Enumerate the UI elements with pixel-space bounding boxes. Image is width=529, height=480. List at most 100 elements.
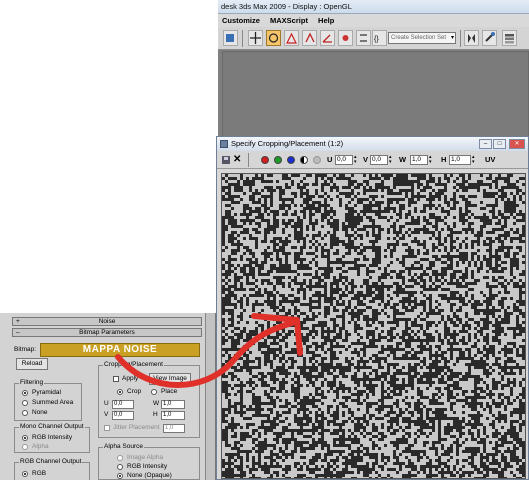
view-image-button[interactable]: View Image — [149, 373, 191, 385]
mono-channel-output-group: Mono Channel Output RGB Intensity Alpha — [14, 423, 90, 453]
align-icon[interactable] — [482, 30, 497, 46]
jitter-placement-label: Jitter Placement — [113, 424, 160, 431]
apply-checkbox[interactable] — [113, 376, 119, 382]
crop-w-spinner[interactable]: 1,0 — [161, 400, 185, 409]
uv-toggle[interactable]: UV — [485, 151, 495, 169]
max-main-window: desk 3ds Max 2009 - Display : OpenGL Cus… — [218, 0, 529, 138]
main-toolbar: {} Create Selection Set ▾ — [218, 27, 529, 50]
alpha-image-alpha-radio[interactable] — [117, 455, 123, 461]
cropping-placement-group: Cropping/Placement Apply View Image Crop… — [98, 361, 200, 438]
toolbar-separator — [248, 153, 249, 167]
filtering-group: Filtering Pyramidal Summed Area None — [14, 379, 82, 421]
filtering-pyramidal-label: Pyramidal — [32, 389, 61, 396]
jitter-spinner[interactable]: 1,0 — [163, 424, 185, 433]
chevron-down-icon: ▾ — [450, 35, 454, 41]
h-label: H — [441, 155, 447, 164]
alpha-source-title: Alpha Source — [103, 443, 145, 451]
angle-snap-icon[interactable] — [320, 30, 335, 46]
rgb-channel-output-title: RGB Channel Output — [19, 458, 83, 466]
max-title-bar: desk 3ds Max 2009 - Display : OpenGL — [218, 0, 529, 14]
h-spinner[interactable]: 1,0 — [449, 155, 471, 165]
w-spinner[interactable]: 1,0 — [410, 155, 428, 165]
maximize-icon[interactable]: □ — [493, 139, 506, 149]
jitter-placement-checkbox[interactable] — [104, 425, 110, 431]
spinner-arrows-icon[interactable]: ▴ ▾ — [389, 155, 394, 165]
apply-label: Apply — [122, 375, 139, 382]
crop-radio[interactable] — [117, 389, 123, 395]
crop-u-label: U — [104, 400, 109, 407]
monochrome-icon[interactable] — [313, 156, 321, 164]
spinner-snap-icon[interactable] — [356, 30, 371, 46]
crop-h-label: H — [153, 411, 158, 418]
spinner-arrows-icon[interactable]: ▴ ▾ — [429, 155, 434, 165]
crop-h-spinner[interactable]: 1,0 — [161, 411, 185, 420]
noise-rollout[interactable]: + Noise — [12, 317, 202, 326]
crop-dialog-toolbar: ✕ U 0,0 ▴ ▾ V 0,0 ▴ ▾ W 1,0 ▴ ▾ H 1,0 ▴ ▾ UV — [217, 151, 528, 169]
bitmap-parameters-rollout[interactable]: – Bitmap Parameters — [12, 328, 202, 337]
filtering-none-radio[interactable] — [22, 410, 28, 416]
w-label: W — [399, 155, 407, 164]
select-and-move-icon[interactable] — [248, 30, 263, 46]
green-channel-icon[interactable] — [274, 156, 282, 164]
snap-icon[interactable] — [302, 30, 317, 46]
mono-alpha-radio[interactable] — [22, 444, 28, 450]
mono-rgb-intensity-radio[interactable] — [22, 435, 28, 441]
v-spinner[interactable]: 0,0 — [370, 155, 388, 165]
panel-scrollbar[interactable] — [205, 313, 215, 480]
crop-v-label: V — [104, 411, 109, 418]
blue-channel-icon[interactable] — [287, 156, 295, 164]
select-and-rotate-icon[interactable] — [266, 30, 281, 46]
mono-channel-output-title: Mono Channel Output — [19, 423, 85, 431]
filtering-pyramidal-radio[interactable] — [22, 390, 28, 396]
spinner-arrows-icon[interactable]: ▴ ▾ — [354, 155, 359, 165]
red-channel-icon[interactable] — [261, 156, 269, 164]
mono-rgb-intensity-label: RGB Intensity — [32, 434, 73, 441]
alpha-rgb-intensity-radio[interactable] — [117, 464, 123, 470]
alpha-none-opaque-radio[interactable] — [117, 473, 123, 479]
rgb-channel-output-group: RGB Channel Output RGB — [14, 458, 90, 480]
place-label: Place — [161, 388, 178, 395]
place-radio[interactable] — [151, 389, 157, 395]
svg-text:{}: {} — [374, 36, 379, 43]
app-icon — [220, 140, 228, 148]
close-icon[interactable]: ✕ — [509, 139, 525, 149]
crop-w-label: W — [153, 400, 160, 407]
percent-snap-icon[interactable] — [338, 30, 353, 46]
layer-manager-icon[interactable] — [502, 30, 517, 46]
alpha-rgb-intensity-label: RGB Intensity — [127, 463, 168, 470]
noise-map-preview[interactable] — [221, 173, 526, 479]
viewport[interactable] — [222, 51, 529, 138]
filtering-title: Filtering — [19, 379, 45, 387]
rgb-output-rgb-label: RGB — [32, 470, 47, 477]
named-selection-set-dropdown[interactable]: Create Selection Set ▾ — [388, 32, 456, 44]
crop-u-spinner[interactable]: 0,0 — [112, 400, 134, 409]
select-and-scale-icon[interactable] — [284, 30, 299, 46]
toolbar-separator — [242, 30, 243, 47]
noise-rollout-label: Noise — [98, 318, 116, 325]
bitmap-parameters-label: Bitmap Parameters — [79, 329, 135, 336]
menu-customize[interactable]: Customize — [222, 16, 260, 25]
menu-help[interactable]: Help — [318, 16, 334, 25]
close-x-icon[interactable]: ✕ — [233, 151, 241, 169]
noise-texture-image — [222, 174, 525, 478]
bitmap-parameters-panel: + Noise – Bitmap Parameters Bitmap: MAPP… — [0, 313, 216, 480]
minimize-icon[interactable]: – — [479, 139, 492, 149]
u-spinner[interactable]: 0,0 — [335, 155, 353, 165]
bitmap-file-button[interactable]: MAPPA NOISE — [40, 343, 200, 357]
filtering-summed-area-radio[interactable] — [22, 400, 28, 406]
alpha-source-group: Alpha Source Image Alpha RGB Intensity N… — [98, 443, 200, 480]
alpha-channel-icon[interactable] — [300, 156, 308, 164]
v-label: V — [363, 155, 369, 164]
select-object-icon[interactable] — [223, 30, 238, 46]
menu-maxscript[interactable]: MAXScript — [270, 16, 308, 25]
mirror-icon[interactable] — [464, 30, 479, 46]
edit-named-selection-icon[interactable]: {} — [372, 30, 387, 46]
mono-alpha-label: Alpha — [32, 443, 49, 450]
rgb-output-rgb-radio[interactable] — [22, 471, 28, 477]
crop-v-spinner[interactable]: 0,0 — [112, 411, 134, 420]
crop-dialog-title-bar: Specify Cropping/Placement (1:2) – □ ✕ — [217, 137, 528, 151]
reload-button[interactable]: Reload — [16, 358, 48, 370]
alpha-image-alpha-label: Image Alpha — [127, 454, 164, 461]
max-menu-bar: Customize MAXScript Help — [218, 14, 529, 27]
spinner-arrows-icon[interactable]: ▴ ▾ — [472, 155, 477, 165]
